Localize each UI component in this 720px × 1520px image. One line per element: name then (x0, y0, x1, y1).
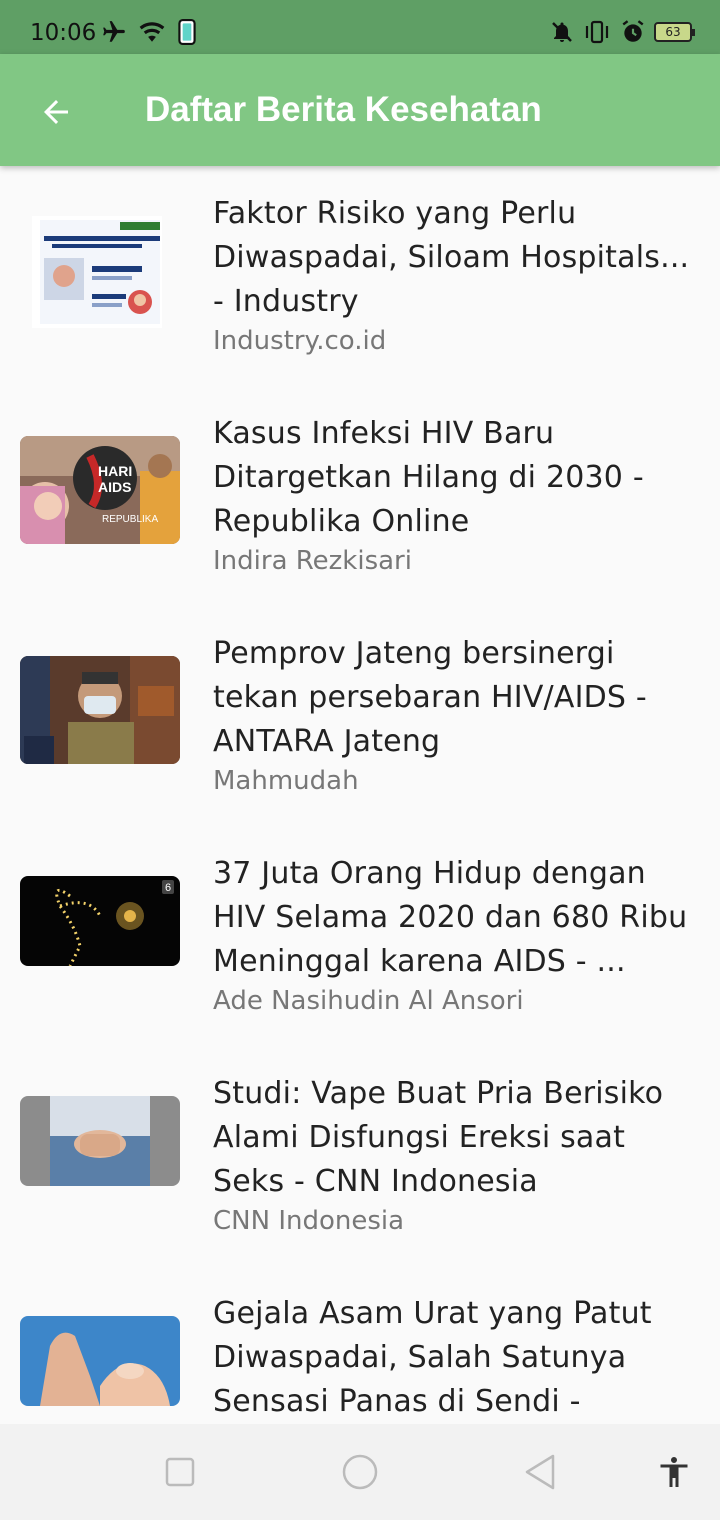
status-left-icons (100, 19, 198, 45)
news-thumbnail (20, 1316, 180, 1406)
accessibility-icon (660, 1457, 688, 1487)
news-title: Studi: Vape Buat Pria Berisiko Alami Dis… (213, 1076, 664, 1199)
vibrate-icon (585, 20, 609, 44)
svg-text:HARI: HARI (98, 463, 132, 479)
news-item[interactable]: Faktor Risiko yang Perlu Diwaspadai, Sil… (0, 166, 720, 386)
news-thumbnail: HARI AIDS REPUBLIKA (20, 436, 180, 544)
news-source: Indira Rezkisari (213, 546, 412, 576)
news-title: Kasus Infeksi HIV Baru Ditargetkan Hilan… (213, 416, 644, 539)
svg-text:REPUBLIKA: REPUBLIKA (102, 514, 158, 525)
status-time: 10:06 (30, 20, 97, 46)
svg-text:6: 6 (165, 882, 171, 894)
airplane-icon (103, 21, 125, 42)
news-title: 37 Juta Orang Hidup dengan HIV Selama 20… (213, 856, 688, 979)
news-item[interactable]: Gejala Asam Urat yang Patut Diwaspadai, … (0, 1266, 720, 1424)
news-source: Industry.co.id (213, 326, 387, 356)
app-bar: Daftar Berita Kesehatan (0, 54, 720, 166)
news-source: Ade Nasihudin Al Ansori (213, 986, 524, 1016)
back-triangle-icon (525, 1454, 555, 1490)
news-title: Faktor Risiko yang Perlu Diwaspadai, Sil… (213, 196, 690, 319)
svg-text:AIDS: AIDS (98, 479, 131, 495)
recent-apps-button[interactable] (158, 1450, 202, 1494)
news-thumbnail (20, 1096, 180, 1186)
news-item[interactable]: HARI AIDS REPUBLIKA Kasus Infeksi HIV Ba… (0, 386, 720, 606)
news-thumbnail (32, 216, 162, 328)
news-title: Pemprov Jateng bersinergi tekan persebar… (213, 636, 647, 759)
news-item[interactable]: Studi: Vape Buat Pria Berisiko Alami Dis… (0, 1046, 720, 1266)
news-item[interactable]: Pemprov Jateng bersinergi tekan persebar… (0, 606, 720, 826)
home-icon (342, 1454, 378, 1490)
news-source: CNN Indonesia (213, 1206, 405, 1236)
home-button[interactable] (338, 1450, 382, 1494)
arrow-back-icon (44, 100, 68, 124)
status-bar: 10:06 63 (0, 0, 720, 54)
news-item[interactable]: 6 37 Juta Orang Hidup dengan HIV Selama … (0, 826, 720, 1046)
battery-icon: 63 (654, 22, 695, 42)
mute-icon (552, 22, 572, 42)
news-thumbnail: 6 (20, 876, 180, 966)
news-title: Gejala Asam Urat yang Patut Diwaspadai, … (213, 1296, 652, 1419)
recent-apps-icon (165, 1457, 195, 1487)
wifi-icon (139, 22, 165, 42)
accessibility-button[interactable] (652, 1450, 696, 1494)
news-list[interactable]: Faktor Risiko yang Perlu Diwaspadai, Sil… (0, 166, 720, 1424)
phone-icon (178, 19, 196, 45)
back-button[interactable] (32, 88, 80, 136)
news-thumbnail (20, 656, 180, 764)
navigation-bar (0, 1424, 720, 1520)
back-nav-button[interactable] (518, 1450, 562, 1494)
news-source: Mahmudah (213, 766, 359, 796)
battery-level: 63 (665, 25, 681, 39)
status-right-icons: 63 (550, 19, 695, 45)
alarm-icon (622, 20, 644, 42)
page-title: Daftar Berita Kesehatan (145, 90, 542, 129)
